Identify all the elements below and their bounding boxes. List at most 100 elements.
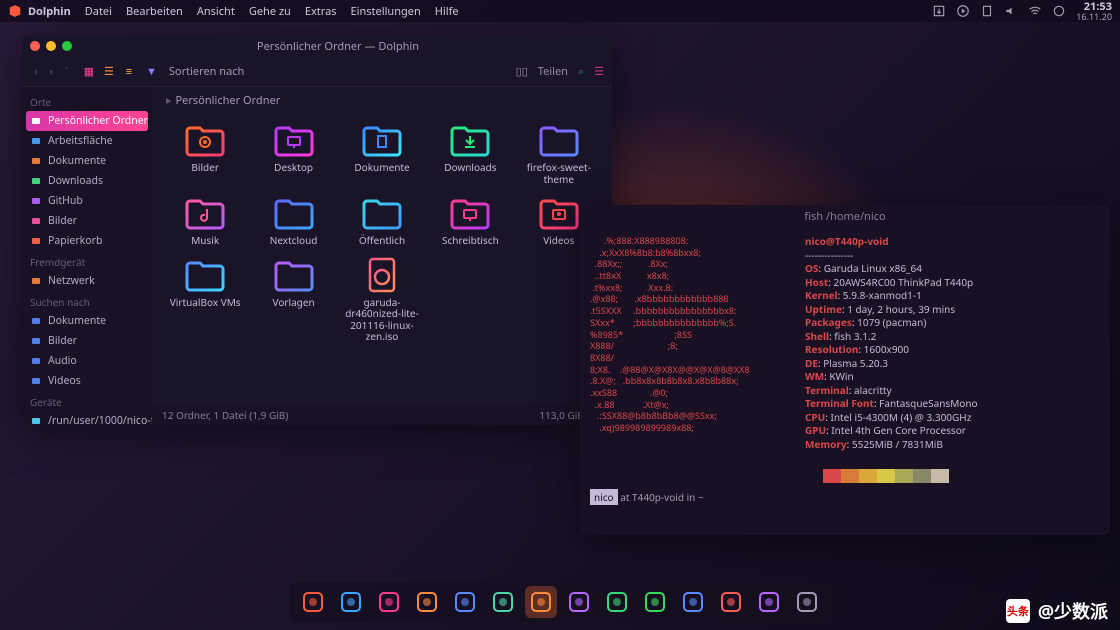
folder-icon — [270, 255, 318, 295]
update-icon[interactable] — [932, 4, 946, 18]
sidebar-item-download[interactable]: Downloads — [22, 171, 152, 191]
dock-chrome[interactable] — [487, 586, 519, 618]
dock-files[interactable] — [525, 586, 557, 618]
dock-terminal[interactable] — [373, 586, 405, 618]
menu-icon[interactable]: ☰ — [594, 64, 604, 79]
folder-label: Öffentlich — [359, 235, 405, 247]
split-icon[interactable]: ▯▯ — [516, 64, 528, 79]
dock-eagle[interactable] — [297, 586, 329, 618]
statusbar: 12 Ordner, 1 Datei (1,9 GiB) 113,0 GiB f… — [152, 405, 612, 425]
sidebar-item-images[interactable]: Bilder — [22, 211, 152, 231]
terminal-body[interactable]: .%;888:X888988808: .x;XxX8%8b8:b8%8bxx8;… — [580, 227, 1110, 535]
search-icon[interactable]: ⌕ — [578, 64, 584, 79]
media-icon[interactable] — [956, 4, 970, 18]
folder-firefox-sweet-theme[interactable]: firefox-sweet-theme — [516, 118, 602, 187]
dock-chart[interactable] — [677, 586, 709, 618]
dock-spotify[interactable] — [639, 586, 671, 618]
sidebar-item-desktop[interactable]: Arbeitsfläche — [22, 131, 152, 151]
neofetch-ascii: .%;888:X888988808: .x;XxX8%8b8:b8%8bxx8;… — [590, 235, 805, 483]
video-icon — [30, 375, 42, 387]
firefox-icon — [415, 590, 439, 614]
dock-telegram[interactable] — [335, 586, 367, 618]
dock-store[interactable] — [753, 586, 785, 618]
menu-einstellungen[interactable]: Einstellungen — [351, 4, 421, 19]
sidebar-item-docs[interactable]: Dokumente — [22, 151, 152, 171]
sidebar-item-label: GitHub — [48, 194, 83, 208]
sidebar-item-trash[interactable]: Papierkorb — [22, 231, 152, 251]
sidebar-item-audio[interactable]: Audio — [22, 351, 152, 371]
sidebar-item-label: Bilder — [48, 334, 77, 348]
folder-schreibtisch[interactable]: Schreibtisch — [427, 191, 513, 249]
folder-desktop[interactable]: Desktop — [250, 118, 336, 187]
toolbar: ‹ › ˅ ▦ ☰ ≡ ▼ Sortieren nach ▯▯ Teilen ⌕… — [22, 57, 612, 87]
folder--ffentlich[interactable]: Öffentlich — [339, 191, 425, 249]
breadcrumb[interactable]: ▸Persönlicher Ordner — [152, 87, 612, 114]
sort-button[interactable]: Sortieren nach — [169, 64, 244, 79]
sidebar-item-home[interactable]: Persönlicher Ordner — [26, 111, 148, 131]
sidebar-item-label: Bilder — [48, 214, 77, 228]
folder-icon — [446, 193, 494, 233]
up-button[interactable]: ˅ — [61, 62, 72, 81]
folder-nextcloud[interactable]: Nextcloud — [250, 191, 336, 249]
sidebar-item-label: Dokumente — [48, 154, 106, 168]
folder-label: Nextcloud — [270, 235, 318, 247]
sidebar-item-images[interactable]: Bilder — [22, 331, 152, 351]
sidebar-item-drive[interactable]: /run/user/1000/nico-fir — [22, 411, 152, 425]
dock-github[interactable] — [563, 586, 595, 618]
sidebar-item-video[interactable]: Videos — [22, 371, 152, 391]
store-icon — [757, 590, 781, 614]
firefox-dev-icon — [453, 590, 477, 614]
dock-monitor[interactable] — [715, 586, 747, 618]
back-button[interactable]: ‹ — [30, 62, 41, 81]
titlebar[interactable]: Persönlicher Ordner — Dolphin — [22, 35, 612, 57]
power-icon[interactable] — [1052, 4, 1066, 18]
clock[interactable]: 21:53 16.11.20 — [1076, 1, 1112, 21]
window-controls[interactable] — [30, 41, 72, 51]
volume-icon[interactable] — [1004, 4, 1018, 18]
folder-bilder[interactable]: Bilder — [162, 118, 248, 187]
folder-dokumente[interactable]: Dokumente — [339, 118, 425, 187]
folder-label: garuda-dr460nized-lite-201116-linux-zen.… — [342, 297, 422, 343]
telegram-icon — [339, 590, 363, 614]
forward-button[interactable]: › — [45, 62, 56, 81]
dock-firefox[interactable] — [411, 586, 443, 618]
icon-view[interactable]: ▦ — [80, 63, 98, 81]
folder-label: Bilder — [191, 162, 219, 174]
dock-nav[interactable] — [601, 586, 633, 618]
menu-datei[interactable]: Datei — [85, 4, 112, 19]
menu-ansicht[interactable]: Ansicht — [197, 4, 235, 19]
network-icon — [30, 275, 42, 287]
menu-hilfe[interactable]: Hilfe — [435, 4, 459, 19]
wifi-icon[interactable] — [1028, 4, 1042, 18]
settings-icon — [795, 590, 819, 614]
desktop-icon — [30, 135, 42, 147]
nav-icon — [605, 590, 629, 614]
sidebar: OrtePersönlicher OrdnerArbeitsflächeDoku… — [22, 87, 152, 425]
sidebar-item-docs[interactable]: Dokumente — [22, 311, 152, 331]
window-title: Persönlicher Ordner — Dolphin — [72, 39, 604, 54]
dock-firefox-dev[interactable] — [449, 586, 481, 618]
folder-downloads[interactable]: Downloads — [427, 118, 513, 187]
folder-musik[interactable]: Musik — [162, 191, 248, 249]
detail-view[interactable]: ≡ — [120, 63, 138, 81]
neofetch-info: nico@T440p-void --------------- OS: Garu… — [805, 235, 978, 483]
folder-label: firefox-sweet-theme — [519, 162, 599, 185]
share-button[interactable]: Teilen — [538, 64, 568, 79]
sidebar-item-github[interactable]: GitHub — [22, 191, 152, 211]
menu-extras[interactable]: Extras — [305, 4, 337, 19]
sidebar-header: Suchen nach — [22, 291, 152, 311]
shell-prompt[interactable]: nico at T440p-void in ~ — [590, 491, 1100, 505]
sidebar-item-network[interactable]: Netzwerk — [22, 271, 152, 291]
terminal-title[interactable]: fish /home/nico — [580, 205, 1110, 227]
terminal-window: fish /home/nico .%;888:X888988808: .x;Xx… — [580, 205, 1110, 535]
folder-virtualbox-vms[interactable]: VirtualBox VMs — [162, 253, 248, 345]
folder-garuda-dr460nized-lite-201116-linux-zen-iso[interactable]: garuda-dr460nized-lite-201116-linux-zen.… — [339, 253, 425, 345]
dock-settings[interactable] — [791, 586, 823, 618]
folder-label: Musik — [191, 235, 219, 247]
filter-icon[interactable]: ▼ — [146, 64, 157, 79]
clipboard-icon[interactable] — [980, 4, 994, 18]
menu-bearbeiten[interactable]: Bearbeiten — [126, 4, 183, 19]
menu-gehe zu[interactable]: Gehe zu — [249, 4, 291, 19]
compact-view[interactable]: ☰ — [100, 63, 118, 81]
folder-vorlagen[interactable]: Vorlagen — [250, 253, 336, 345]
